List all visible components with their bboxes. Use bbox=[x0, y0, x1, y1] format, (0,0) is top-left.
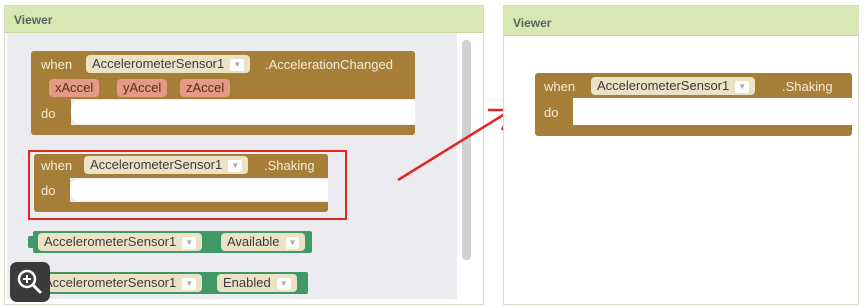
chevron-down-icon: ▼ bbox=[276, 278, 291, 290]
do-label: do bbox=[41, 106, 56, 121]
property-dropdown[interactable]: Available ▼ bbox=[221, 233, 306, 251]
left-viewer-title: Viewer bbox=[5, 6, 483, 33]
chevron-down-icon: ▼ bbox=[230, 59, 245, 71]
component-dropdown[interactable]: AccelerometerSensor1 ▼ bbox=[86, 55, 251, 73]
red-arrow-icon bbox=[397, 108, 515, 182]
param-zaccel[interactable]: zAccel bbox=[180, 79, 231, 97]
right-viewer-title: Viewer bbox=[504, 6, 858, 36]
available-property-block[interactable]: AccelerometerSensor1 ▼ Available ▼ bbox=[28, 231, 312, 253]
component-dropdown[interactable]: AccelerometerSensor1 ▼ bbox=[591, 77, 756, 95]
highlight-box bbox=[28, 150, 347, 220]
chevron-down-icon: ▼ bbox=[285, 237, 300, 249]
component-dropdown[interactable]: AccelerometerSensor1 ▼ bbox=[38, 274, 203, 292]
when-label: when bbox=[544, 79, 576, 94]
do-label: do bbox=[544, 105, 559, 120]
when-label: when bbox=[41, 57, 73, 72]
chevron-down-icon: ▼ bbox=[182, 278, 197, 290]
zoom-in-icon[interactable] bbox=[10, 262, 50, 302]
enabled-property-block[interactable]: AccelerometerSensor1 ▼ Enabled ▼ bbox=[28, 272, 308, 294]
chevron-down-icon: ▼ bbox=[735, 81, 750, 93]
chevron-down-icon: ▼ bbox=[182, 237, 197, 249]
event-name: .AccelerationChanged bbox=[265, 57, 393, 72]
event-name: .Shaking bbox=[782, 79, 833, 94]
property-dropdown[interactable]: Enabled ▼ bbox=[217, 274, 297, 292]
component-dropdown[interactable]: AccelerometerSensor1 ▼ bbox=[38, 233, 203, 251]
param-xaccel[interactable]: xAccel bbox=[49, 79, 100, 97]
param-yaccel[interactable]: yAccel bbox=[117, 79, 168, 97]
right-viewer-panel: Viewer bbox=[503, 5, 859, 305]
